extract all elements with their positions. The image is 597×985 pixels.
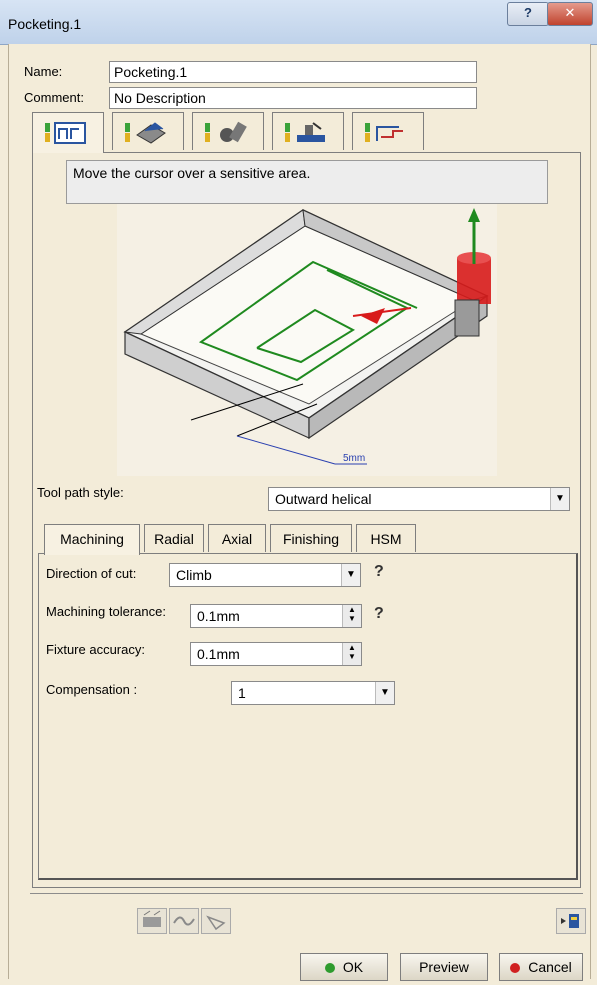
fixture-accuracy-input[interactable]: 0.1mm ▲ ▼ — [190, 642, 362, 666]
more-button[interactable] — [556, 908, 586, 934]
tool-path-style-label: Tool path style: — [37, 485, 124, 500]
cancel-button[interactable]: Cancel — [499, 953, 583, 981]
compensation-value: 1 — [238, 685, 246, 701]
analysis-icon — [206, 915, 226, 931]
comment-input[interactable]: No Description — [109, 87, 477, 109]
expand-icon — [561, 914, 579, 928]
chevron-down-icon: ▼ — [341, 564, 360, 586]
title-bar: Pocketing.1 ? ✕ — [0, 0, 597, 45]
tolerance-help-icon[interactable]: ? — [374, 605, 384, 623]
replay-icon — [143, 910, 161, 927]
preview-button[interactable]: Preview — [400, 953, 488, 981]
strategy-icon — [45, 122, 86, 144]
analysis-button[interactable] — [201, 908, 231, 934]
simulation-icon — [173, 916, 195, 926]
spinner-icon[interactable]: ▲ ▼ — [342, 605, 361, 627]
dimension-label: 5mm — [343, 453, 365, 464]
cancel-label: Cancel — [528, 959, 572, 975]
comment-label: Comment: — [24, 90, 84, 105]
hint-box: Move the cursor over a sensitive area. — [66, 160, 548, 204]
tab-macros[interactable] — [352, 112, 424, 150]
macros-icon — [365, 123, 403, 142]
tab-tool[interactable] — [192, 112, 264, 150]
machining-tolerance-label: Machining tolerance: — [46, 604, 166, 619]
chevron-down-icon: ▼ — [375, 682, 394, 704]
geometry-icon — [125, 122, 166, 144]
tool-path-replay-button[interactable] — [137, 908, 167, 934]
fixture-accuracy-label: Fixture accuracy: — [46, 642, 145, 657]
pocketing-diagram[interactable]: 5mm — [117, 204, 497, 476]
simulation-button[interactable] — [169, 908, 199, 934]
tab-machining[interactable]: Machining — [44, 524, 140, 555]
machining-panel — [38, 553, 578, 880]
tool-path-style-select[interactable]: Outward helical ▼ — [268, 487, 570, 511]
tool-icon — [205, 121, 247, 143]
tab-hsm[interactable]: HSM — [356, 524, 416, 552]
direction-help-icon[interactable]: ? — [374, 563, 384, 581]
spinner-icon[interactable]: ▲ ▼ — [342, 643, 361, 665]
help-button[interactable]: ? — [507, 2, 549, 26]
name-label: Name: — [24, 64, 63, 79]
tab-axial[interactable]: Axial — [208, 524, 266, 552]
tool-path-style-value: Outward helical — [275, 491, 372, 507]
ok-icon — [324, 963, 335, 973]
window-title: Pocketing.1 — [8, 16, 82, 32]
tab-feeds-speeds[interactable] — [272, 112, 344, 150]
feeds-speeds-icon — [285, 122, 325, 142]
machining-tolerance-input[interactable]: 0.1mm ▲ ▼ — [190, 604, 362, 628]
pocket-illustration: 5mm — [123, 208, 491, 465]
ok-button[interactable]: OK — [300, 953, 388, 981]
footer-divider — [30, 893, 583, 894]
machining-tolerance-value: 0.1mm — [197, 608, 240, 624]
compensation-label: Compensation : — [46, 682, 138, 697]
chevron-down-icon: ▼ — [550, 488, 569, 510]
compensation-select[interactable]: 1 ▼ — [231, 681, 395, 705]
tab-geometry[interactable] — [112, 112, 184, 150]
direction-of-cut-label: Direction of cut: — [46, 566, 137, 581]
direction-of-cut-select[interactable]: Climb ▼ — [169, 563, 361, 587]
cancel-icon — [510, 963, 521, 973]
close-button[interactable]: ✕ — [547, 2, 593, 26]
tab-radial[interactable]: Radial — [144, 524, 204, 552]
fixture-accuracy-value: 0.1mm — [197, 646, 240, 662]
name-input[interactable]: Pocketing.1 — [109, 61, 477, 83]
direction-of-cut-value: Climb — [176, 567, 212, 583]
ok-label: OK — [342, 959, 364, 975]
tab-strategy[interactable] — [32, 112, 104, 153]
tab-finishing[interactable]: Finishing — [270, 524, 352, 552]
